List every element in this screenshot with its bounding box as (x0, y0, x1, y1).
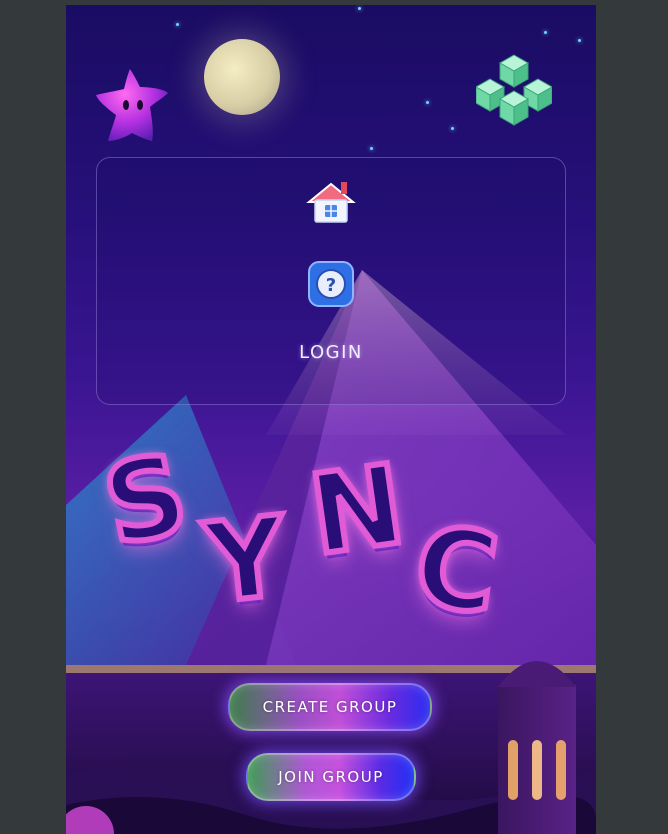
cube-cluster-icon (476, 54, 552, 126)
logo-letter: N (300, 437, 415, 583)
home-icon (306, 182, 356, 223)
navigation-panel: ? LOGIN (96, 157, 566, 405)
help-icon: ? (308, 261, 354, 307)
svg-text:?: ? (326, 275, 336, 296)
app-screen: ? LOGIN S Y N C CREATE GROUP JOIN GROUP (66, 5, 596, 834)
logo-letter: Y (197, 489, 296, 631)
star-decoration (370, 147, 373, 150)
join-group-button[interactable]: JOIN GROUP (246, 753, 416, 801)
star-decoration (176, 23, 179, 26)
star-decoration (426, 101, 429, 104)
moon-decoration (204, 39, 280, 115)
star-decoration (358, 7, 361, 10)
star-decoration (544, 31, 547, 34)
login-link[interactable]: LOGIN (281, 342, 381, 363)
home-button[interactable] (305, 178, 357, 226)
logo-letter: C (404, 498, 508, 642)
help-button[interactable]: ? (307, 260, 355, 308)
sync-logo: S Y N C (91, 426, 546, 645)
create-group-button[interactable]: CREATE GROUP (228, 683, 432, 731)
logo-letter: S (91, 426, 201, 574)
star-creature-icon (96, 69, 168, 141)
star-decoration (451, 127, 454, 130)
star-decoration (578, 39, 581, 42)
